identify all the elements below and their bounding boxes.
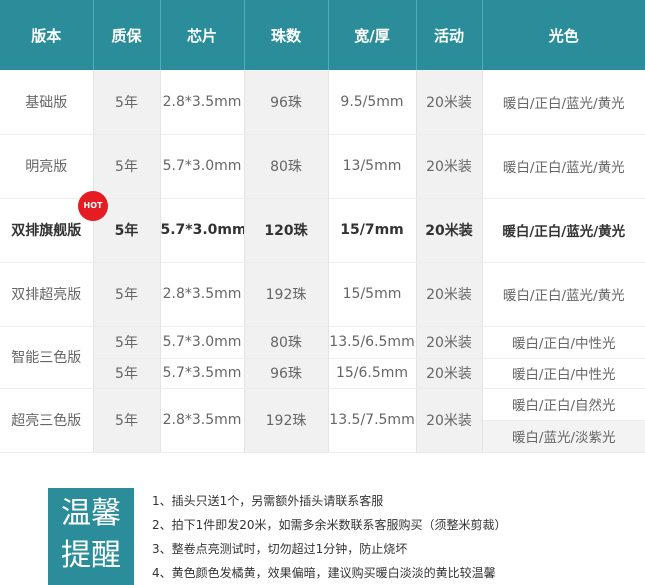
cell-chip: 5.7*3.0mm [160,198,245,263]
header-chip: 芯片 [160,0,245,70]
cell-colors: 暖白/正白/中性光 [482,326,645,359]
cell-colors: 暖白/正白/蓝光/黄光 [482,134,645,199]
table-row: 智能三色版 5年 5.7*3.0mm 80珠 13.5/6.5mm 20米装 暖… [0,326,645,389]
header-colors: 光色 [482,0,645,70]
cell-promo: 20米装 [416,358,483,389]
reminder-note: 2、拍下1件即发20米，如需多余米数联系客服购买（须整米剪裁） [152,518,507,532]
table-row: 5年 5.7*3.5mm 96珠 15/6.5mm 20米装 暖白/正白/中性光 [0,358,645,389]
cell-name: 双排超亮版 [0,262,94,327]
cell-warranty: 5年 [93,358,161,389]
reminder-section: 温馨 提醒 1、插头只送1个，另需额外插头请联系客服 2、拍下1件即发20米，如… [48,488,645,585]
table-row: 超亮三色版 5年 2.8*3.5mm 192珠 13.5/7.5mm 20米装 … [0,388,645,453]
cell-beads: 192珠 [244,262,329,327]
cell-size: 15/7mm [328,198,417,263]
table-row: 基础版 5年 2.8*3.5mm 96珠 9.5/5mm 20米装 暖白/正白/… [0,70,645,135]
cell-name: 智能三色版 [0,326,94,389]
cell-promo: 20米装 [416,134,483,199]
cell-beads: 96珠 [244,358,329,389]
cell-promo: 20米装 [416,70,483,135]
cell-colors: 暖白/正白/蓝光/黄光 [482,198,645,263]
spec-table: 版本 质保 芯片 珠数 宽/厚 活动 光色 基础版 5年 2.8*3.5mm 9… [0,0,645,453]
cell-name: 基础版 [0,70,94,135]
cell-beads: 192珠 [244,388,329,453]
cell-warranty: 5年 [93,326,161,359]
cell-promo: 20米装 [416,262,483,327]
cell-size: 13.5/6.5mm [328,326,417,359]
header-warranty: 质保 [93,0,161,70]
cell-beads: 80珠 [244,134,329,199]
cell-chip: 5.7*3.5mm [160,358,245,389]
cell-size: 13/5mm [328,134,417,199]
cell-colors: 暖白/正白/蓝光/黄光 [482,70,645,135]
cell-name-label: 双排旗舰版 [11,223,82,239]
cell-promo: 20米装 [416,326,483,359]
table-header-row: 版本 质保 芯片 珠数 宽/厚 活动 光色 [0,0,645,70]
cell-chip: 5.7*3.0mm [160,134,245,199]
cell-chip: 2.8*3.5mm [160,262,245,327]
header-promo: 活动 [416,0,483,70]
cell-beads: 120珠 [244,198,329,263]
cell-warranty: 5年 [93,262,161,327]
header-beads: 珠数 [244,0,329,70]
cell-name: HOT 双排旗舰版 [0,190,108,263]
reminder-notes: 1、插头只送1个，另需额外插头请联系客服 2、拍下1件即发20米，如需多余米数联… [152,490,642,585]
cell-colors-2: 暖白/蓝光/淡紫光 [482,420,645,453]
cell-size: 9.5/5mm [328,70,417,135]
table-row: 双排超亮版 5年 2.8*3.5mm 192珠 15/5mm 20米装 暖白/正… [0,262,645,327]
header-size: 宽/厚 [328,0,417,70]
reminder-title-line1: 温馨 [61,496,121,531]
cell-chip: 2.8*3.5mm [160,70,245,135]
cell-warranty: 5年 [93,388,161,453]
cell-name: 明亮版 [0,134,94,199]
cell-promo: 20米装 [416,198,483,263]
reminder-note: 3、整卷点亮测试时，切勿超过1分钟，防止烧坏 [152,542,408,556]
reminder-title: 温馨 提醒 [48,488,134,585]
hot-badge: HOT [78,190,108,221]
cell-beads: 96珠 [244,70,329,135]
reminder-note: 1、插头只送1个，另需额外插头请联系客服 [152,494,384,508]
cell-size: 13.5/7.5mm [328,388,417,453]
cell-colors: 暖白/正白/中性光 [482,358,645,389]
cell-name: 超亮三色版 [0,388,94,453]
table-row: 明亮版 5年 5.7*3.0mm 80珠 13/5mm 20米装 暖白/正白/蓝… [0,134,645,199]
cell-chip: 5.7*3.0mm [160,326,245,359]
cell-chip: 2.8*3.5mm [160,388,245,453]
cell-warranty: 5年 [93,70,161,135]
cell-warranty: 5年 [93,134,161,199]
cell-promo: 20米装 [416,388,483,453]
cell-colors: 暖白/正白/自然光 [482,388,645,421]
cell-size: 15/6.5mm [328,358,417,389]
cell-colors: 暖白/正白/蓝光/黄光 [482,262,645,327]
table-row-flagship: HOT 双排旗舰版 5年 5.7*3.0mm 120珠 15/7mm 20米装 … [0,190,645,263]
reminder-note: 4、黄色颜色发橘黄，效果偏暗，建议购买暖白淡淡的黄比较温馨 [152,566,496,580]
header-version: 版本 [0,0,94,70]
cell-beads: 80珠 [244,326,329,359]
cell-size: 15/5mm [328,262,417,327]
reminder-title-line2: 提醒 [61,538,121,573]
